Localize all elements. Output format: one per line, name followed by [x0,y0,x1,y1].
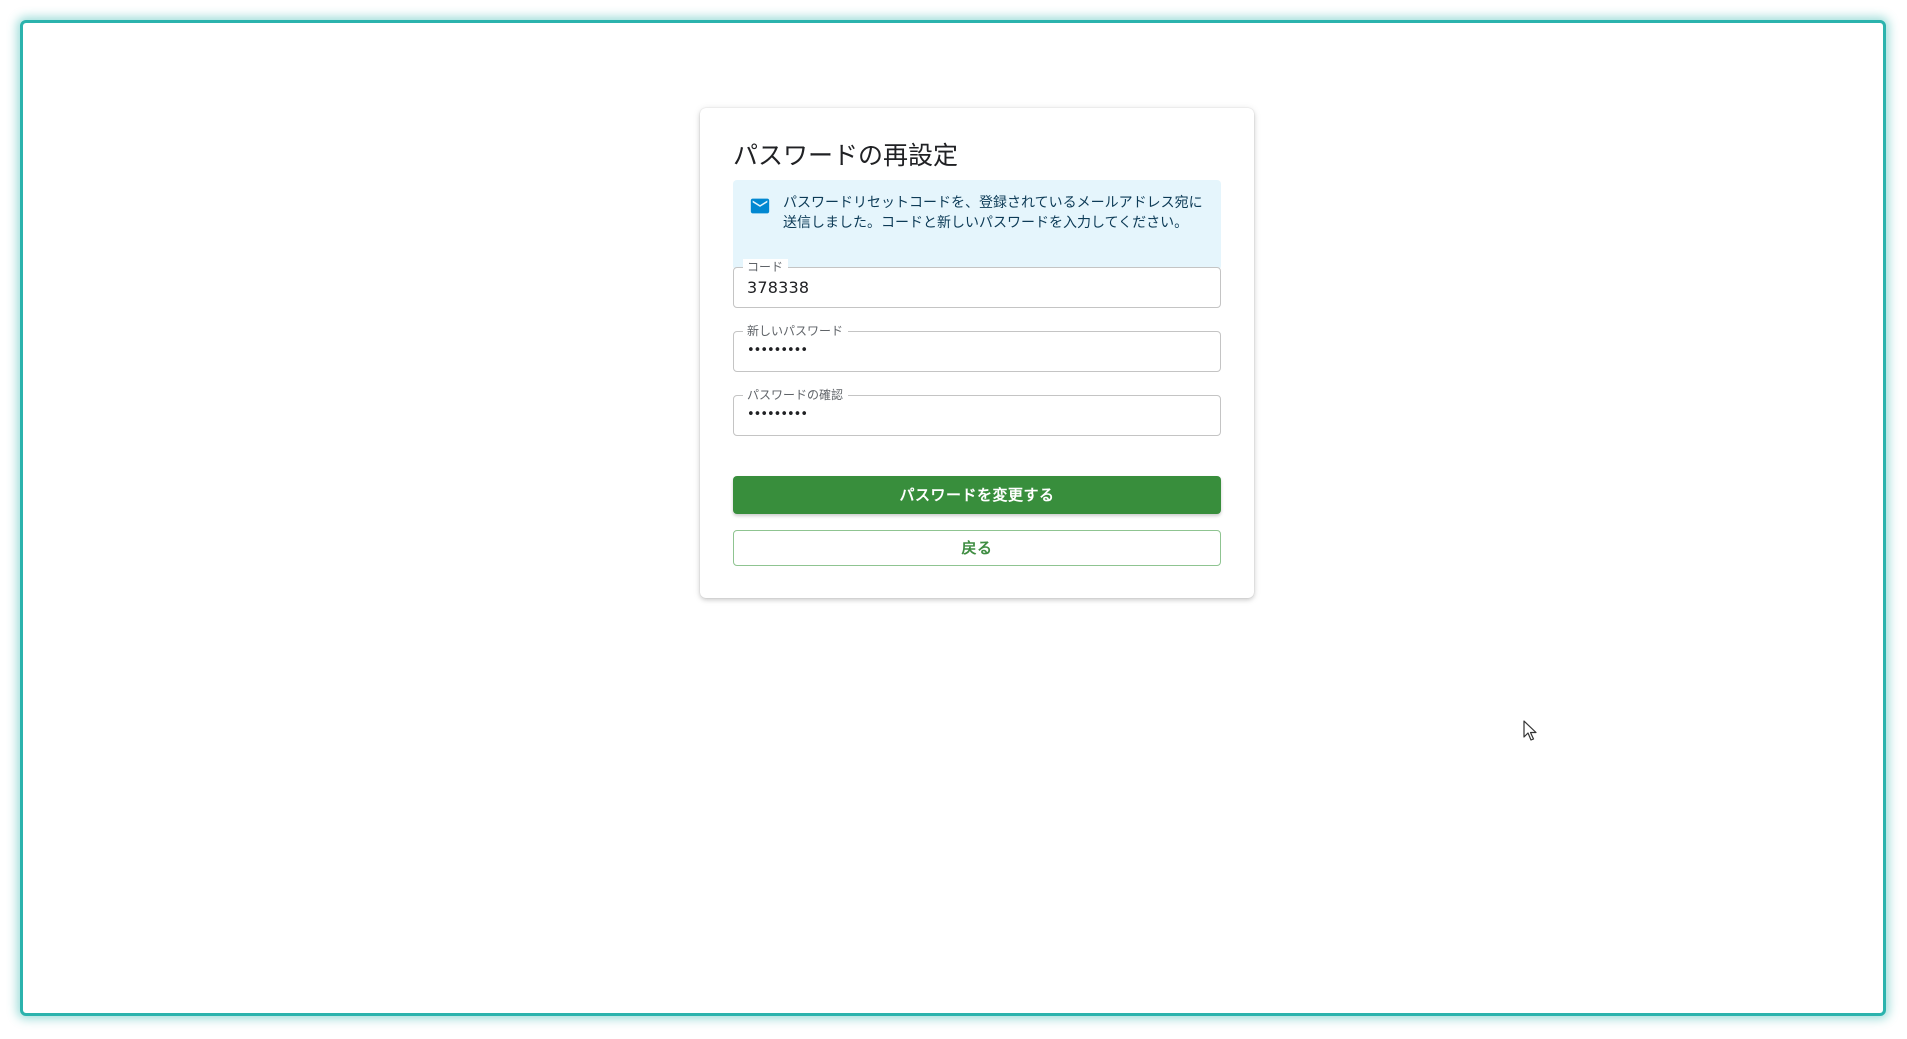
mail-icon [750,198,770,214]
browser-viewport-frame: パスワードの再設定 パスワードリセットコードを、登録されているメールアドレス宛に… [20,20,1886,1016]
code-field[interactable]: コード 378338 [733,259,1221,308]
info-alert: パスワードリセットコードを、登録されているメールアドレス宛に送信しました。コード… [733,180,1221,270]
change-password-button[interactable]: パスワードを変更する [733,476,1221,514]
code-field-value[interactable]: 378338 [747,278,809,298]
code-field-label: コード [743,259,789,275]
new-password-field-label: 新しいパスワード [743,323,849,339]
new-password-field-value[interactable]: ••••••••• [747,341,808,361]
confirm-password-field[interactable]: パスワードの確認 ••••••••• [733,387,1221,436]
page-title: パスワードの再設定 [733,141,959,170]
back-button[interactable]: 戻る [733,530,1221,566]
mouse-cursor-icon [1523,720,1537,741]
confirm-password-field-value[interactable]: ••••••••• [747,405,808,425]
alert-message: パスワードリセットコードを、登録されているメールアドレス宛に送信しました。コード… [783,195,1203,231]
password-reset-card: パスワードの再設定 パスワードリセットコードを、登録されているメールアドレス宛に… [700,108,1254,598]
new-password-field[interactable]: 新しいパスワード ••••••••• [733,323,1221,372]
confirm-password-field-label: パスワードの確認 [743,387,849,403]
